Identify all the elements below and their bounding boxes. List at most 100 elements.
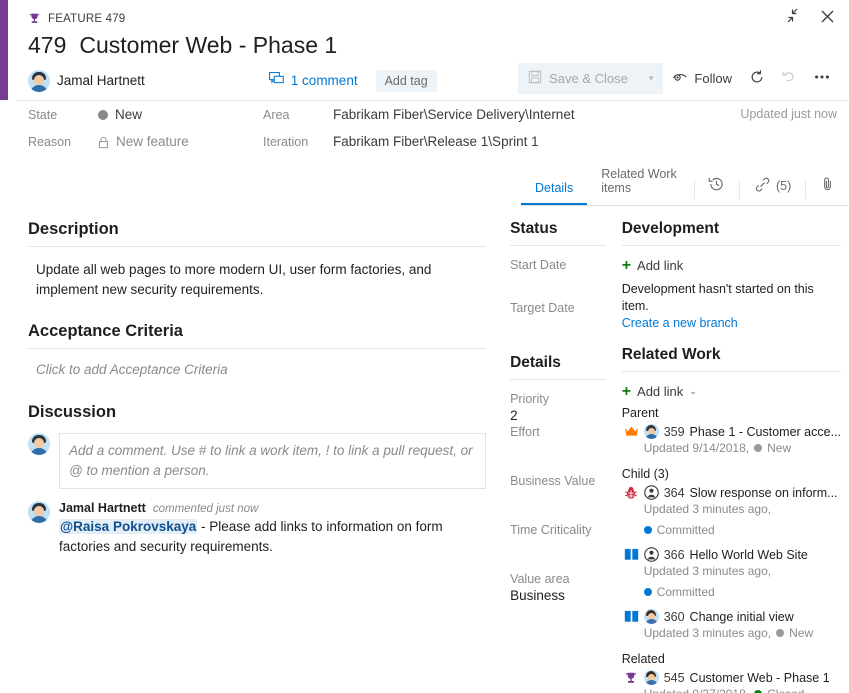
assigned-to[interactable]: Jamal Hartnett xyxy=(28,69,145,92)
related-item-title[interactable]: Customer Web - Phase 1 xyxy=(690,671,830,685)
discussion-input-row: Add a comment. Use # to link a work item… xyxy=(28,429,487,489)
field-area[interactable]: Area Fabrikam Fiber\Service Delivery\Int… xyxy=(263,107,593,122)
related-work-heading: Related Work xyxy=(621,332,841,372)
field-time-criticality[interactable]: Time Criticality xyxy=(510,505,606,554)
chevron-down-icon[interactable]: ⌄ xyxy=(689,386,697,397)
history-icon xyxy=(708,176,725,195)
chevron-down-icon[interactable]: ▾ xyxy=(635,73,654,84)
tab-attachments[interactable] xyxy=(806,169,849,205)
panel-tabstrip: Details Related Work items (5) xyxy=(521,167,849,206)
list-item[interactable]: 545 Customer Web - Phase 1 Updated 9/27/… xyxy=(622,666,841,693)
field-target-date-value xyxy=(510,315,606,332)
list-item[interactable]: 366 Hello World Web Site Updated 3 minut… xyxy=(622,538,841,600)
avatar xyxy=(643,424,659,439)
acceptance-criteria-placeholder[interactable]: Click to add Acceptance Criteria xyxy=(28,349,486,377)
field-iteration-value: Fabrikam Fiber\Release 1\Sprint 1 xyxy=(333,134,539,149)
undo-button[interactable] xyxy=(773,63,805,94)
comment-count-link[interactable]: 1 comment xyxy=(268,72,358,89)
related-item-title[interactable]: Phase 1 - Customer acce... xyxy=(690,425,841,439)
field-business-value[interactable]: Business Value xyxy=(510,456,606,505)
field-target-date[interactable]: Target Date xyxy=(510,289,606,332)
development-add-link-button[interactable]: + Add link xyxy=(622,246,841,274)
refresh-icon xyxy=(749,69,765,88)
field-value-area[interactable]: Value area Business xyxy=(510,554,606,603)
comment-count-label: 1 comment xyxy=(290,73,358,88)
discussion-comment: Jamal Hartnett commented just now @Raisa… xyxy=(28,489,486,557)
list-item[interactable]: 364 Slow response on inform... Updated 3… xyxy=(622,481,841,538)
work-item-id: 479 xyxy=(28,32,67,58)
save-and-close-button[interactable]: Save & Close ▾ xyxy=(518,63,664,94)
field-priority[interactable]: Priority 2 xyxy=(510,380,606,423)
description-column: Description Update all web pages to more… xyxy=(8,206,500,693)
field-state-text: New xyxy=(115,107,143,122)
related-item-state-label: New xyxy=(767,441,792,455)
avatar-generic-icon xyxy=(643,485,659,500)
tab-history[interactable] xyxy=(694,169,739,205)
work-item-body: Description Update all web pages to more… xyxy=(8,206,849,693)
related-item-state: Committed xyxy=(643,584,814,600)
related-work-add-link-button[interactable]: + Add link ⌄ xyxy=(622,372,841,400)
userstory-book-icon xyxy=(624,609,639,624)
follow-button[interactable]: Follow xyxy=(663,64,741,93)
work-item-title[interactable]: Customer Web - Phase 1 xyxy=(79,32,337,59)
epic-crown-icon xyxy=(624,424,639,439)
related-item-updated: Updated 3 minutes ago, xyxy=(643,564,772,578)
field-iteration[interactable]: Iteration Fabrikam Fiber\Release 1\Sprin… xyxy=(263,134,593,149)
field-effort-label: Effort xyxy=(510,425,540,439)
save-and-close-label: Save & Close xyxy=(549,71,628,86)
comment-meta: Jamal Hartnett commented just now xyxy=(59,501,486,515)
add-tag-button[interactable]: Add tag xyxy=(375,69,437,92)
related-item-title[interactable]: Hello World Web Site xyxy=(690,548,808,562)
related-item-updated: Updated 9/14/2018, xyxy=(643,441,750,455)
tab-details-label: Details xyxy=(535,181,574,195)
description-text[interactable]: Update all web pages to more modern UI, … xyxy=(28,247,486,300)
work-item-title-row: 479 Customer Web - Phase 1 xyxy=(8,28,849,59)
work-item-type-row: FEATURE 479 xyxy=(8,6,849,28)
fields-middle-column: Area Fabrikam Fiber\Service Delivery\Int… xyxy=(263,107,593,149)
state-dot-icon xyxy=(776,629,785,637)
field-effort-value xyxy=(510,439,606,456)
refresh-button[interactable] xyxy=(741,63,773,94)
work-item-type-accent-strip xyxy=(0,0,8,100)
field-start-date[interactable]: Start Date xyxy=(510,246,606,289)
avatar xyxy=(643,670,659,685)
related-item-updated: Updated 3 minutes ago, xyxy=(643,626,772,640)
field-reason-value: New feature xyxy=(98,134,189,149)
field-target-date-label: Target Date xyxy=(510,301,575,315)
field-reason[interactable]: Reason New feature xyxy=(28,134,263,149)
work-item-toolbar: Save & Close ▾ Follow xyxy=(518,63,839,94)
related-item-title[interactable]: Change initial view xyxy=(690,610,794,624)
related-item-state-label: Committed xyxy=(656,523,715,537)
field-area-label: Area xyxy=(263,107,290,122)
comment-mention[interactable]: @Raisa Pokrovskaya xyxy=(59,519,198,534)
field-effort[interactable]: Effort xyxy=(510,423,606,456)
related-item-updated: Updated 3 minutes ago, xyxy=(643,502,772,516)
field-business-value-value xyxy=(510,488,606,505)
related-item-updated: Updated 9/27/2018, xyxy=(644,686,749,693)
state-dot-icon xyxy=(643,588,652,596)
more-actions-button[interactable] xyxy=(805,63,839,94)
state-dot-icon xyxy=(98,109,108,120)
discussion-heading: Discussion xyxy=(28,403,117,421)
eye-icon xyxy=(672,70,688,87)
tab-related-work-items[interactable]: Related Work items xyxy=(587,160,693,205)
comment-input[interactable]: Add a comment. Use # to link a work item… xyxy=(59,433,487,489)
attachment-icon xyxy=(820,176,835,195)
list-item[interactable]: 360 Change initial view Updated 3 minute… xyxy=(622,600,841,641)
related-item-state: New xyxy=(754,440,791,456)
field-state[interactable]: State New xyxy=(28,107,263,122)
related-item-id: 545 xyxy=(663,670,685,685)
development-heading: Development xyxy=(621,206,841,246)
work-item-fields: State New Reason New feature Area Fabrik… xyxy=(8,93,849,149)
field-time-criticality-value xyxy=(510,537,606,554)
comment-time: commented just now xyxy=(152,503,259,515)
trophy-icon xyxy=(28,12,42,26)
list-item[interactable]: 359 Phase 1 - Customer acce... Updated 9… xyxy=(622,420,841,456)
tab-details[interactable]: Details xyxy=(521,174,588,205)
related-item-title[interactable]: Slow response on inform... xyxy=(690,486,838,500)
undo-icon xyxy=(781,69,797,88)
tab-links[interactable]: (5) xyxy=(740,170,805,205)
related-item-id: 364 xyxy=(663,485,685,500)
feature-trophy-icon xyxy=(624,670,639,685)
create-new-branch-link[interactable]: Create a new branch xyxy=(622,315,841,332)
